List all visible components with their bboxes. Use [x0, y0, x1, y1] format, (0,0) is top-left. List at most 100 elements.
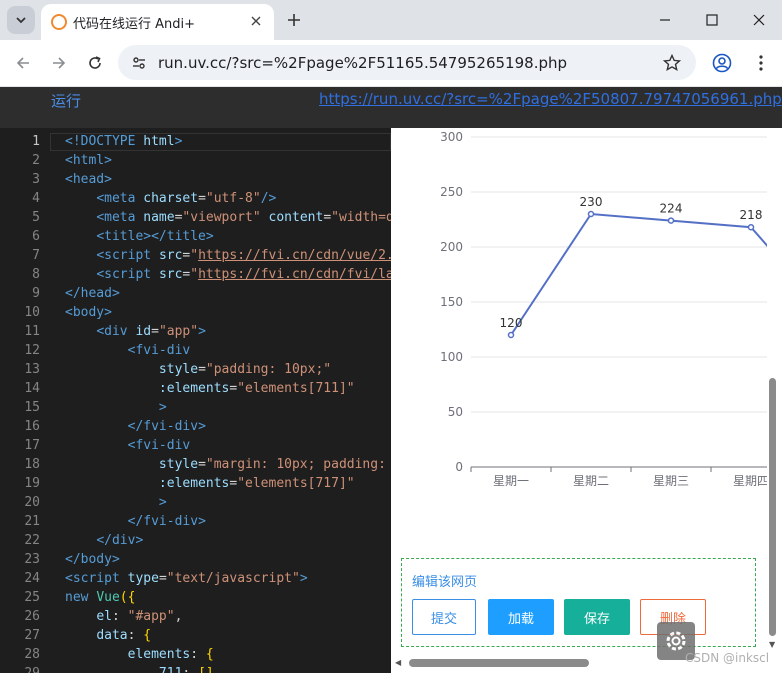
scroll-down-icon[interactable]: ▼ [769, 640, 775, 649]
browser-menu-button[interactable] [748, 50, 774, 76]
profile-button[interactable] [709, 50, 735, 76]
maximize-button[interactable] [697, 6, 727, 34]
code-token: > [198, 324, 206, 339]
bookmark-button[interactable] [660, 51, 684, 75]
code-line[interactable]: 17 <fvi-div [0, 436, 391, 455]
reload-icon [89, 56, 101, 69]
browser-tab-active[interactable]: 代码在线运行 Andi+ [41, 4, 274, 40]
code-token: = [198, 362, 206, 377]
submit-button[interactable]: 提交 [412, 599, 476, 635]
line-number: 13 [24, 362, 40, 377]
code-line[interactable]: 4 <meta charset="utf-8"/> [0, 189, 391, 208]
back-button[interactable] [9, 49, 37, 77]
forward-button[interactable] [45, 49, 73, 77]
line-number: 20 [24, 495, 40, 510]
code-line[interactable]: 1 <!DOCTYPE html> [0, 132, 391, 151]
line-number: 15 [24, 400, 40, 415]
code-token: <div [96, 324, 136, 339]
vertical-scrollbar-thumb[interactable] [769, 378, 776, 636]
code-line[interactable]: 8 <script src="https://fvi.cn/cdn/fvi/la… [0, 265, 391, 284]
code-line[interactable]: 23 </body> [0, 550, 391, 569]
site-info-button[interactable] [126, 50, 152, 76]
line-number: 24 [24, 571, 40, 586]
load-button[interactable]: 加载 [488, 599, 554, 635]
code-text: > [65, 493, 167, 512]
run-button[interactable]: 运行 [51, 90, 81, 111]
code-token: <meta [96, 210, 144, 225]
code-text: data: { [65, 626, 151, 645]
code-line[interactable]: 3 <head> [0, 170, 391, 189]
url-text[interactable]: run.uv.cc/?src=%2Fpage%2F51165.547952651… [158, 54, 567, 72]
code-line[interactable]: 11 <div id="app"> [0, 322, 391, 341]
close-window-button[interactable] [744, 6, 774, 34]
code-token: <meta [96, 191, 144, 206]
save-button[interactable]: 保存 [564, 599, 630, 635]
code-line[interactable]: 14 :elements="elements[711]" [0, 379, 391, 398]
code-line[interactable]: 21 </fvi-div> [0, 512, 391, 531]
code-text: <meta charset="utf-8"/> [65, 189, 276, 208]
code-token: : [111, 609, 128, 624]
code-line[interactable]: 25 new Vue({ [0, 588, 391, 607]
code-token: : [182, 666, 198, 673]
line-number: 19 [24, 476, 40, 491]
code-line[interactable]: 10 <body> [0, 303, 391, 322]
more-vertical-icon [759, 55, 763, 71]
maximize-icon [706, 14, 718, 26]
code-editor[interactable]: 1 <!DOCTYPE html> 2 <html> 3 <head> 4 <meta ch… [0, 128, 391, 673]
code-line[interactable]: 2 <html> [0, 151, 391, 170]
x-tick-label: 星期二 [573, 474, 609, 488]
line-number: 21 [24, 514, 40, 529]
code-line[interactable]: 15 > [0, 398, 391, 417]
code-line[interactable]: 28 elements: { [0, 645, 391, 664]
code-line[interactable]: 18 style="margin: 10px; padding: 1 [0, 455, 391, 474]
code-text: </body> [65, 550, 120, 569]
code-line[interactable]: 12 <fvi-div [0, 341, 391, 360]
code-line[interactable]: 27 data: { [0, 626, 391, 645]
code-token: new [65, 590, 97, 605]
code-line[interactable]: 29 711: [] [0, 664, 391, 673]
code-token: , [174, 609, 183, 624]
line-number: 17 [24, 438, 40, 453]
code-line[interactable]: 6 <title></title> [0, 227, 391, 246]
new-tab-button[interactable] [282, 8, 306, 32]
code-token: > [299, 571, 308, 586]
address-bar[interactable]: run.uv.cc/?src=%2Fpage%2F51165.547952651… [118, 45, 696, 80]
horizontal-scrollbar-thumb[interactable] [409, 659, 589, 667]
code-line[interactable]: 16 </fvi-div> [0, 417, 391, 436]
code-token: data [96, 628, 128, 643]
code-line[interactable]: 22 </div> [0, 531, 391, 550]
code-line[interactable]: 5 <meta name="viewport" content="width=d… [0, 208, 391, 227]
code-token: /> [260, 191, 277, 206]
code-line[interactable]: 13 style="padding: 10px;" [0, 360, 391, 379]
code-line[interactable]: 20 > [0, 493, 391, 512]
close-icon [251, 16, 261, 26]
scroll-left-icon[interactable]: ◀ [395, 658, 401, 667]
code-token: style [158, 457, 199, 472]
data-point [667, 217, 675, 224]
code-token: > [158, 495, 167, 510]
code-token: type [127, 571, 159, 586]
code-line[interactable]: 26 el: "#app", [0, 607, 391, 626]
tab-close-button[interactable] [248, 13, 264, 29]
code-line[interactable]: 9 </head> [0, 284, 391, 303]
code-line[interactable]: 7 <script src="https://fvi.cn/cdn/vue/2.… [0, 246, 391, 265]
minimize-button[interactable] [650, 6, 680, 34]
code-text: </fvi-div> [65, 417, 206, 436]
reload-button[interactable] [81, 49, 109, 77]
edit-page-title: 编辑该网页 [412, 575, 478, 590]
chevron-down-icon [16, 17, 26, 24]
code-text: <fvi-div [65, 436, 191, 455]
code-line[interactable]: 24 <script type="text/javascript"> [0, 569, 391, 588]
code-text: > [65, 398, 167, 417]
code-line[interactable]: 19 :elements="elements[717]" [0, 474, 391, 493]
code-token: Vue [96, 590, 120, 605]
page-url-link[interactable]: https://run.uv.cc/?src=%2Fpage%2F50807.7… [319, 90, 782, 108]
x-tick-label: 星期四 [733, 474, 767, 488]
tab-search-button[interactable] [7, 6, 35, 34]
